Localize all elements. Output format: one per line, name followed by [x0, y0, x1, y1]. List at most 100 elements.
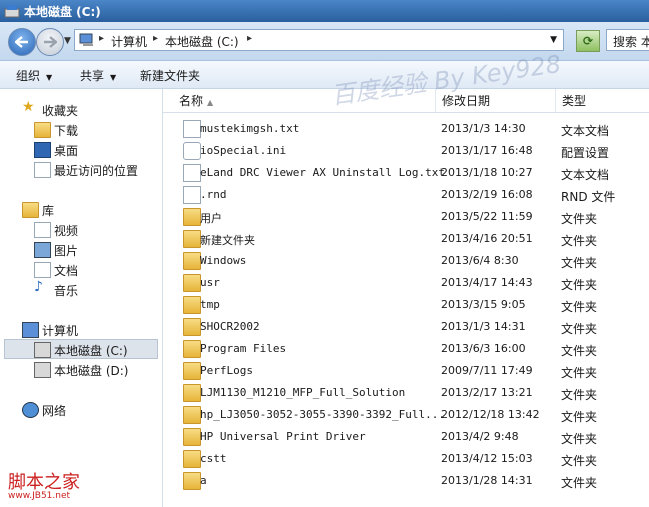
file-name: hp_LJ3050-3052-3055-3390-3392_Full...: [200, 408, 446, 421]
file-date: 2013/2/17 13:21: [441, 386, 533, 399]
file-row[interactable]: mustekimgsh.txt 2013/1/3 14:30 文本文档: [163, 118, 649, 140]
file-type: 文件夹: [561, 388, 598, 402]
file-date: 2013/1/3 14:31: [441, 320, 526, 333]
file-name: Program Files: [200, 342, 287, 355]
folder-icon: [183, 340, 201, 358]
file-date: 2013/2/19 16:08: [441, 188, 533, 201]
file-name: Windows: [200, 254, 247, 267]
site-url: www.JB51.net: [8, 491, 71, 501]
search-input[interactable]: 搜索 本: [606, 29, 649, 51]
file-row[interactable]: hp_LJ3050-3052-3055-3390-3392_Full... 201…: [163, 404, 649, 426]
refresh-icon: ⟳: [582, 34, 594, 48]
file-date: 2013/3/15 9:05: [441, 298, 526, 311]
text-file-icon: [183, 164, 201, 182]
arrow-right-icon: [44, 36, 57, 48]
file-date: 2013/4/2 9:48: [441, 430, 519, 443]
file-date: 2013/5/22 11:59: [441, 210, 533, 223]
file-date: 2013/6/4 8:30: [441, 254, 519, 267]
downloads-icon: [34, 122, 51, 138]
folder-icon: [183, 274, 201, 292]
folder-icon: [183, 472, 201, 490]
file-row[interactable]: SHOCR2002 2013/1/3 14:31 文件夹: [163, 316, 649, 338]
address-bar[interactable]: ▸ 计算机 ▸ 本地磁盘 (C:) ▸ ▼: [74, 29, 564, 51]
file-name: LJM1130_M1210_MFP_Full_Solution: [200, 386, 406, 399]
file-type: 文件夹: [561, 234, 598, 248]
sort-arrow-icon: ▲: [207, 98, 214, 107]
file-row[interactable]: Program Files 2013/6/3 16:00 文件夹: [163, 338, 649, 360]
file-date: 2013/4/16 20:51: [441, 232, 533, 245]
history-dropdown-icon[interactable]: ▼: [64, 36, 71, 46]
file-row[interactable]: LJM1130_M1210_MFP_Full_Solution 2013/2/17…: [163, 382, 649, 404]
music-note-icon: ♪: [34, 279, 43, 295]
file-row[interactable]: Windows 2013/6/4 8:30 文件夹: [163, 250, 649, 272]
file-row[interactable]: PerfLogs 2009/7/11 17:49 文件夹: [163, 360, 649, 382]
folder-icon: [183, 428, 201, 446]
file-row[interactable]: usr 2013/4/17 14:43 文件夹: [163, 272, 649, 294]
title-bar: 本地磁盘 (C:): [0, 0, 649, 22]
file-row[interactable]: tmp 2013/3/15 9:05 文件夹: [163, 294, 649, 316]
refresh-button[interactable]: ⟳: [576, 30, 600, 52]
share-button[interactable]: 共享 ▼: [80, 67, 116, 84]
file-row[interactable]: 新建文件夹 2013/4/16 20:51 文件夹: [163, 228, 649, 250]
file-name: 用户: [200, 212, 222, 225]
file-date: 2013/1/17 16:48: [441, 144, 533, 157]
file-type: 配置设置: [561, 146, 610, 160]
video-library-icon: [34, 222, 51, 238]
breadcrumb-separator[interactable]: ▸: [247, 33, 252, 44]
chevron-down-icon: ▼: [46, 73, 53, 82]
forward-button[interactable]: [36, 28, 64, 56]
computer-icon: [79, 33, 93, 46]
file-type: 文本文档: [561, 168, 610, 182]
file-date: 2013/4/17 14:43: [441, 276, 533, 289]
file-type: 文件夹: [561, 256, 598, 270]
file-date: 2013/1/28 14:31: [441, 474, 533, 487]
window-title: 本地磁盘 (C:): [24, 5, 101, 19]
column-type[interactable]: 类型: [555, 89, 649, 112]
file-name: a: [200, 474, 207, 487]
file-row[interactable]: 用户 2013/5/22 11:59 文件夹: [163, 206, 649, 228]
breadcrumb-separator[interactable]: ▸: [153, 33, 158, 44]
file-type: 文件夹: [561, 366, 598, 380]
desktop-icon: [34, 142, 51, 158]
file-name: SHOCR2002: [200, 320, 260, 333]
file-date: 2009/7/11 17:49: [441, 364, 533, 377]
document-library-icon: [34, 262, 51, 278]
new-folder-button[interactable]: 新建文件夹: [140, 67, 200, 84]
folder-icon: [183, 252, 201, 270]
navigation-pane: ★ 收藏夹 下载 桌面 最近访问的位置 库 视频 图片 文档 ♪ 音乐 计算机 …: [0, 89, 163, 507]
text-file-icon: [183, 120, 201, 138]
breadcrumb-computer[interactable]: 计算机: [111, 33, 147, 50]
organize-button[interactable]: 组织 ▼: [16, 67, 52, 84]
folder-icon: [183, 208, 201, 226]
file-row[interactable]: ioSpecial.ini 2013/1/17 16:48 配置设置: [163, 140, 649, 162]
file-icon: [183, 186, 201, 204]
drive-icon: [34, 362, 51, 378]
back-button[interactable]: [8, 28, 36, 56]
organize-label: 组织: [16, 69, 41, 83]
folder-icon: [183, 230, 201, 248]
file-date: 2013/4/12 15:03: [441, 452, 533, 465]
file-row[interactable]: cstt 2013/4/12 15:03 文件夹: [163, 448, 649, 470]
file-row[interactable]: HP Universal Print Driver 2013/4/2 9:48 文件…: [163, 426, 649, 448]
file-name: cstt: [200, 452, 227, 465]
file-name: tmp: [200, 298, 220, 311]
breadcrumb-separator[interactable]: ▸: [99, 33, 104, 44]
file-date: 2012/12/18 13:42: [441, 408, 540, 421]
file-type: 文件夹: [561, 212, 598, 226]
file-type: 文件夹: [561, 322, 598, 336]
folder-icon: [183, 318, 201, 336]
file-type: 文件夹: [561, 432, 598, 446]
network-icon: [22, 402, 39, 418]
file-row[interactable]: eLand DRC Viewer AX Uninstall Log.txt 201…: [163, 162, 649, 184]
file-name: ioSpecial.ini: [200, 144, 287, 157]
ini-file-icon: [183, 142, 201, 160]
file-row[interactable]: .rnd 2013/2/19 16:08 RND 文件: [163, 184, 649, 206]
file-name: 新建文件夹: [200, 234, 255, 247]
folder-icon: [183, 406, 201, 424]
file-type: 文本文档: [561, 124, 610, 138]
share-label: 共享: [80, 69, 105, 83]
file-type: 文件夹: [561, 476, 598, 490]
file-row[interactable]: a 2013/1/28 14:31 文件夹: [163, 470, 649, 492]
breadcrumb-drive-c[interactable]: 本地磁盘 (C:): [165, 33, 239, 50]
folder-icon: [183, 450, 201, 468]
